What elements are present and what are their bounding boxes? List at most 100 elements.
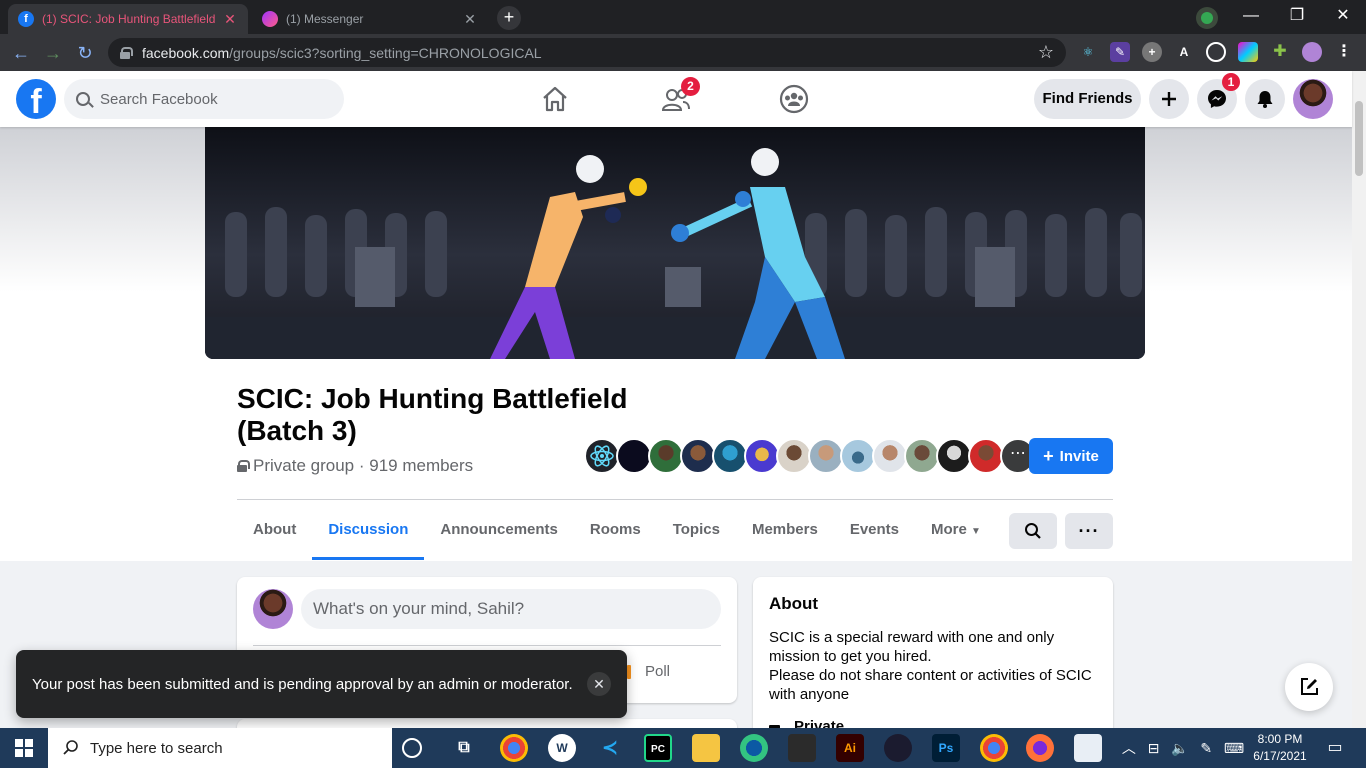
toast-close-icon[interactable]: ✕	[587, 672, 611, 696]
edge-icon[interactable]	[740, 734, 768, 762]
browser-profile-icon[interactable]	[1196, 7, 1218, 29]
member-avatar[interactable]	[840, 438, 876, 474]
member-avatar[interactable]	[776, 438, 812, 474]
tab-about[interactable]: About	[237, 500, 312, 560]
member-avatar[interactable]	[680, 438, 716, 474]
photoshop-icon[interactable]: Ps	[932, 734, 960, 762]
new-message-button[interactable]	[1285, 663, 1333, 711]
pen-extension-icon[interactable]: ✎	[1110, 42, 1130, 62]
chrome-profile-icon[interactable]	[980, 734, 1008, 762]
pen-icon[interactable]: ✎	[1200, 740, 1212, 757]
bookmark-star-icon[interactable]: ☆	[1038, 42, 1054, 63]
address-bar[interactable]: facebook.com /groups/scic3?sorting_setti…	[108, 38, 1066, 67]
minimize-button[interactable]: —	[1228, 0, 1274, 34]
chrome-taskbar-icon[interactable]	[500, 734, 528, 762]
groups-icon[interactable]	[776, 81, 812, 117]
group-page: SCIC: Job Hunting Battlefield (Batch 3) …	[0, 127, 1352, 728]
create-button[interactable]	[1149, 79, 1189, 119]
user-avatar[interactable]	[253, 589, 293, 629]
url-path: /groups/scic3?sorting_setting=CHRONOLOGI…	[229, 44, 542, 61]
restore-button[interactable]: ❐	[1274, 0, 1320, 34]
taskbar-search-input[interactable]: Type here to search	[48, 728, 392, 768]
browser-avatar[interactable]	[1302, 42, 1322, 62]
tab-announcements[interactable]: Announcements	[424, 500, 574, 560]
cortana-icon[interactable]	[402, 738, 422, 758]
tab-members[interactable]: Members	[736, 500, 834, 560]
firefox-icon[interactable]	[1026, 734, 1054, 762]
obs-icon[interactable]	[884, 734, 912, 762]
new-tab-button[interactable]: +	[497, 6, 521, 30]
member-avatar[interactable]	[936, 438, 972, 474]
member-avatar[interactable]	[904, 438, 940, 474]
color-extension-icon[interactable]	[1238, 42, 1258, 62]
font-extension-icon[interactable]: A	[1174, 42, 1194, 62]
word-app-icon[interactable]: W	[548, 734, 576, 762]
about-card-title: About	[769, 594, 819, 613]
group-member-count[interactable]: · 919 members	[359, 456, 473, 476]
photos-app-icon[interactable]	[788, 734, 816, 762]
page-scrollbar[interactable]	[1352, 71, 1366, 728]
taskbar-clock[interactable]: 8:00 PM 6/17/2021	[1252, 731, 1308, 765]
group-privacy[interactable]: Private group	[253, 456, 354, 476]
messenger-icon	[1208, 90, 1226, 108]
tab-close-icon[interactable]: ✕	[462, 11, 478, 28]
tab-facebook-group[interactable]: f (1) SCIC: Job Hunting Battlefield ✕	[8, 4, 248, 34]
facebook-header: f Search Facebook 2 Find Friends 1	[0, 71, 1352, 127]
compose-icon	[1301, 678, 1318, 695]
facebook-search-input[interactable]: Search Facebook	[64, 79, 344, 119]
file-explorer-icon[interactable]	[692, 734, 720, 762]
illustrator-icon[interactable]: Ai	[836, 734, 864, 762]
tab-messenger[interactable]: (1) Messenger ✕	[252, 4, 488, 34]
back-icon[interactable]: ←	[8, 40, 34, 66]
extensions-puzzle-icon[interactable]: ✚	[1270, 42, 1290, 62]
notifications-button[interactable]	[1245, 79, 1285, 119]
volume-icon[interactable]: 🔈	[1171, 740, 1188, 757]
network-icon[interactable]: ⊟	[1148, 740, 1160, 757]
browser-menu-icon[interactable]: ⋮	[1334, 42, 1354, 62]
member-avatar[interactable]	[712, 438, 748, 474]
member-avatar[interactable]	[584, 438, 620, 474]
notepad-icon[interactable]	[1074, 734, 1102, 762]
friends-icon[interactable]: 2	[658, 77, 700, 117]
plus-extension-icon[interactable]: +	[1142, 42, 1162, 62]
show-hidden-icons-icon[interactable]: ︿	[1122, 738, 1136, 758]
group-options-button[interactable]: ···	[1065, 513, 1113, 549]
home-icon[interactable]	[537, 81, 573, 117]
windows-taskbar: Type here to search ⧉ W ≺ PC Ai Ps ︿ ⊟ 🔈…	[0, 728, 1366, 768]
member-avatar[interactable]	[808, 438, 844, 474]
keyboard-icon[interactable]: ⌨	[1224, 740, 1244, 757]
react-devtools-extension-icon[interactable]: ⚛	[1078, 42, 1098, 62]
member-avatar[interactable]	[968, 438, 1004, 474]
windows-start-icon[interactable]	[0, 728, 48, 768]
member-avatar[interactable]	[616, 438, 652, 474]
tab-rooms[interactable]: Rooms	[574, 500, 657, 560]
tab-discussion[interactable]: Discussion	[312, 500, 425, 560]
invite-button[interactable]: + Invite	[1029, 438, 1113, 474]
account-avatar[interactable]	[1293, 79, 1333, 119]
tab-events[interactable]: Events	[834, 500, 915, 560]
member-avatar[interactable]	[648, 438, 684, 474]
tab-topics[interactable]: Topics	[657, 500, 736, 560]
pycharm-icon[interactable]: PC	[644, 734, 672, 762]
group-tabs: About Discussion Announcements Rooms Top…	[237, 500, 997, 560]
facebook-logo-icon[interactable]: f	[16, 79, 56, 119]
group-search-button[interactable]	[1009, 513, 1057, 549]
tab-close-icon[interactable]: ✕	[222, 11, 238, 28]
poll-button[interactable]: Poll	[627, 663, 670, 680]
find-friends-button[interactable]: Find Friends	[1034, 79, 1141, 119]
post-composer-input[interactable]: What's on your mind, Sahil?	[301, 589, 721, 629]
notification-center-icon[interactable]: ▭	[1320, 728, 1350, 768]
messenger-button[interactable]: 1	[1197, 73, 1240, 119]
forward-icon[interactable]: →	[40, 40, 66, 66]
member-avatar[interactable]	[744, 438, 780, 474]
close-window-button[interactable]: ✕	[1320, 0, 1366, 34]
vscode-icon[interactable]: ≺	[596, 734, 624, 762]
target-extension-icon[interactable]	[1206, 42, 1226, 62]
tab-more[interactable]: More ▼	[915, 500, 997, 560]
search-icon	[1025, 523, 1041, 539]
member-avatar[interactable]	[872, 438, 908, 474]
task-view-icon[interactable]: ⧉	[450, 734, 478, 762]
reload-icon[interactable]: ↻	[72, 40, 98, 66]
scrollbar-thumb[interactable]	[1355, 101, 1363, 176]
about-card-description: SCIC is a special reward with one and on…	[769, 628, 1099, 704]
